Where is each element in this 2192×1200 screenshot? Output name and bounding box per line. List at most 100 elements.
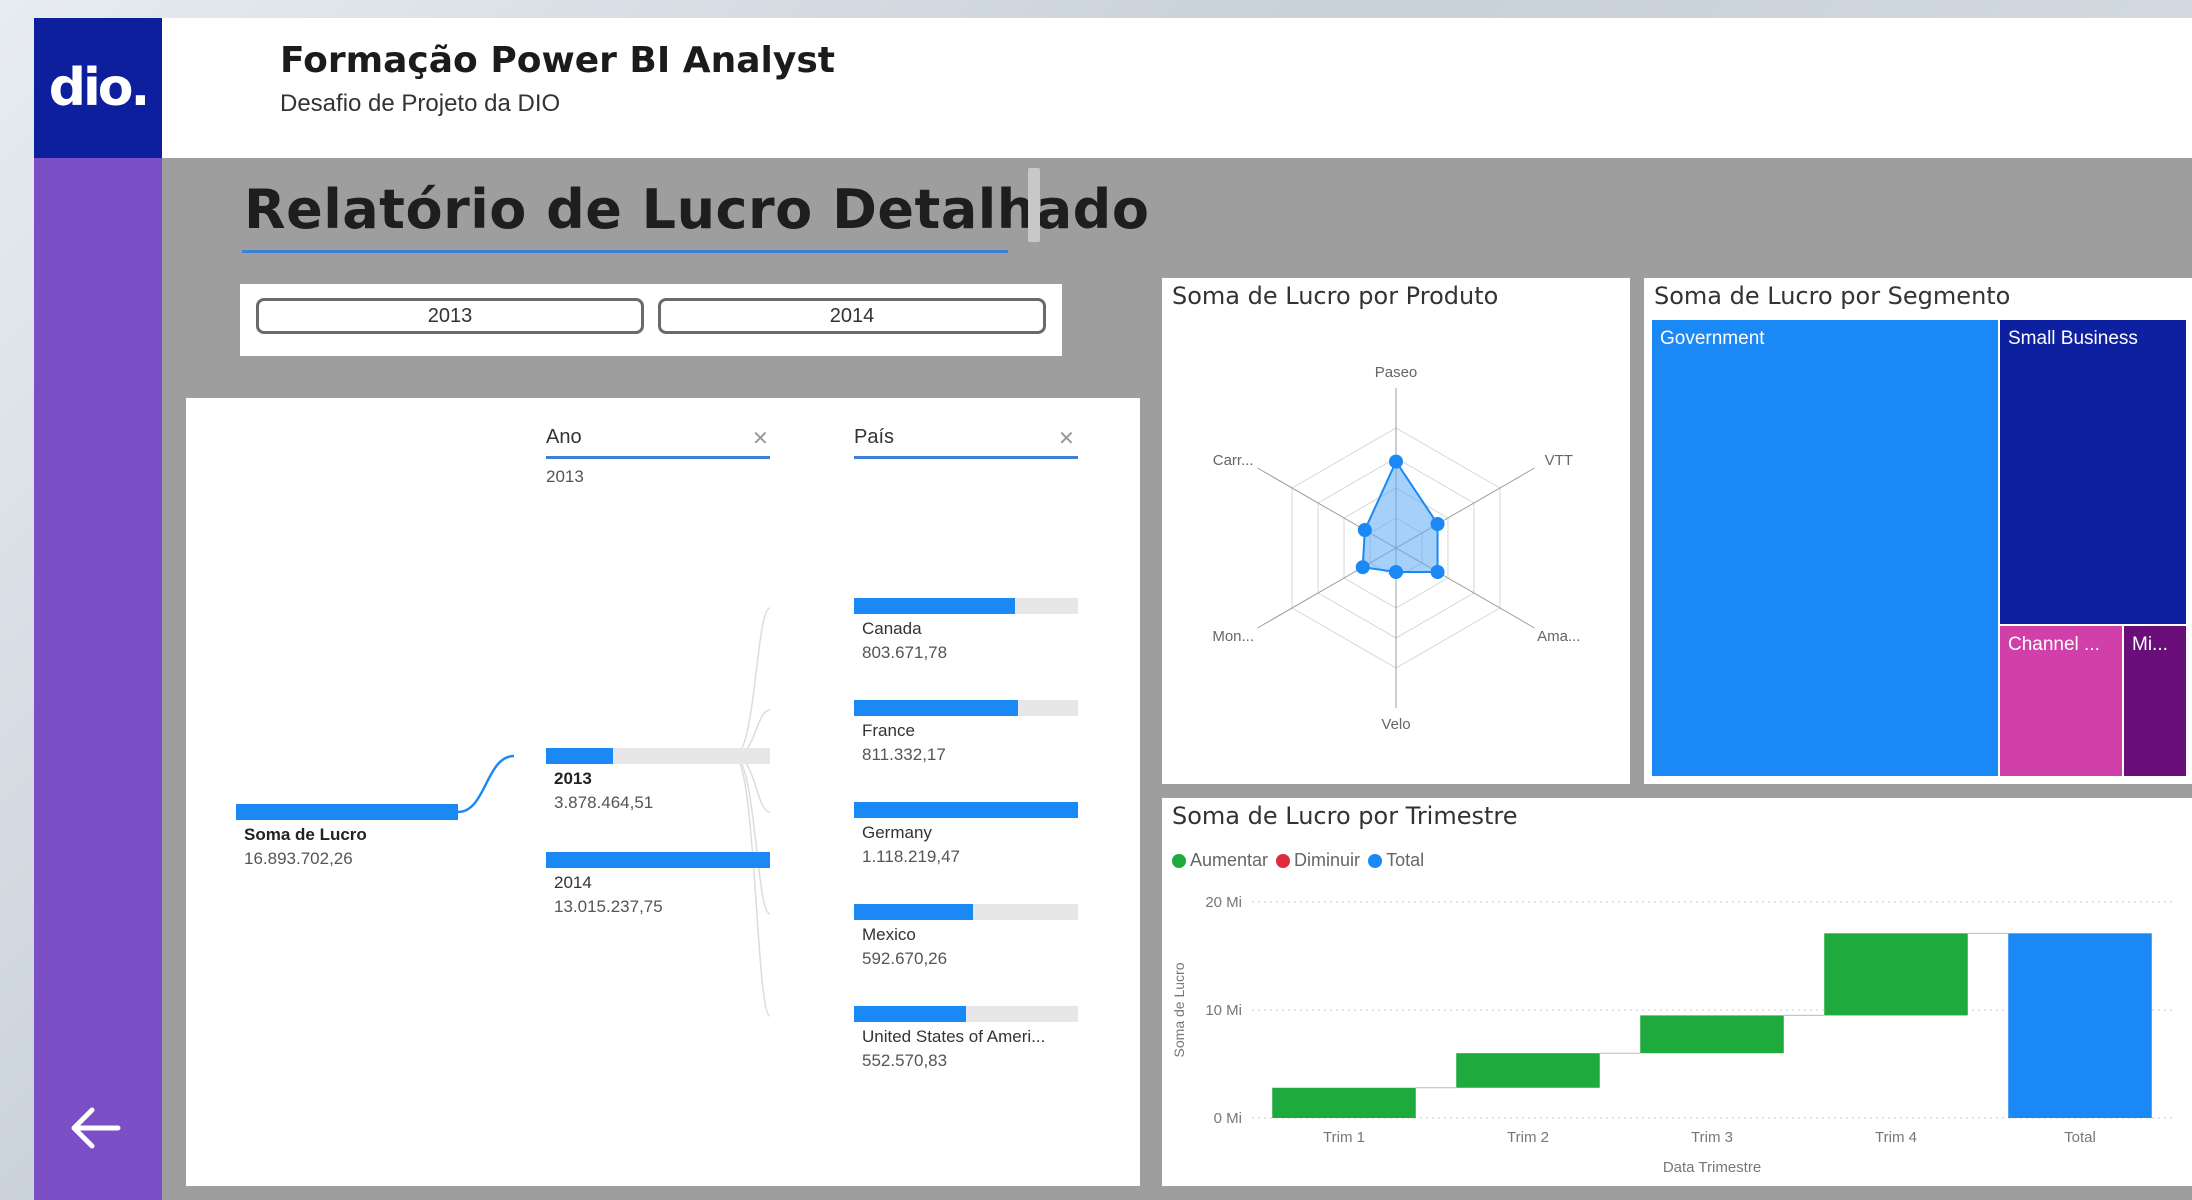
waterfall-ytick-label: 20 Mi	[1205, 894, 1242, 911]
radar-series-area	[1361, 459, 1439, 573]
radar-axis-label: Mon...	[1212, 628, 1254, 645]
radar-point	[1430, 565, 1445, 579]
logo-block: dio.	[34, 18, 162, 158]
country-bar-fill	[854, 802, 1078, 818]
arrow-left-icon[interactable]	[64, 1096, 128, 1160]
legend-label: Total	[1386, 850, 1425, 870]
country-bar-fill	[854, 700, 1018, 716]
radar-axis-label: Ama...	[1537, 628, 1580, 645]
waterfall-xtick-label: Trim 4	[1875, 1129, 1917, 1146]
waterfall-xtick-label: Trim 1	[1323, 1129, 1365, 1146]
radar-point	[1357, 523, 1372, 537]
treemap-cell-channel[interactable]: Channel ...	[2000, 626, 2122, 776]
dio-logo: dio.	[48, 58, 151, 118]
waterfall-ylabel: Soma de Lucro	[1171, 962, 1187, 1057]
country-bar-france[interactable]	[854, 700, 1078, 716]
waterfall-legend: Aumentar Diminuir Total	[1172, 850, 1424, 871]
year-bar-fill	[546, 852, 770, 868]
radar-axis-label: Velo	[1381, 716, 1410, 733]
country-bar-usa[interactable]	[854, 1006, 1078, 1022]
decomposition-connectors	[457, 607, 771, 1017]
level-header-pais: País	[854, 426, 895, 448]
radar-axis-label: Carr...	[1213, 452, 1254, 469]
close-icon[interactable]: ✕	[752, 426, 769, 451]
country-label: Canada	[862, 619, 922, 638]
waterfall-chart[interactable]: 0 Mi 10 Mi 20 Mi Soma de Lucro Trim 1 Trim 2 T…	[1162, 878, 2192, 1186]
radar-point	[1430, 517, 1445, 531]
page-title: Relatório de Lucro Detalhado	[244, 178, 1150, 241]
country-value: 803.671,78	[862, 643, 948, 662]
root-bar[interactable]	[236, 804, 458, 820]
radar-chart[interactable]: Paseo VTT Ama... Velo Mon... Carr...	[1162, 318, 1630, 784]
country-bar-canada[interactable]	[854, 598, 1078, 614]
waterfall-bar	[1824, 933, 1968, 1016]
page-title-underline	[242, 250, 1008, 253]
country-label: France	[862, 721, 915, 740]
legend-dot	[1172, 854, 1186, 868]
legend-dot	[1368, 854, 1383, 868]
decomposition-tree: Ano ✕ 2013 País ✕ Soma de Lucro 16.893.7…	[186, 398, 1140, 1186]
waterfall-ytick-label: 10 Mi	[1205, 1002, 1242, 1019]
country-label: Mexico	[862, 925, 916, 944]
slicer-option-2013[interactable]: 2013	[256, 298, 644, 334]
waterfall-bar	[1456, 1053, 1600, 1088]
root-bar-fill	[236, 804, 458, 820]
country-bar-germany[interactable]	[854, 802, 1078, 818]
treemap-title: Soma de Lucro por Segmento	[1654, 282, 2011, 310]
radar-axis-label: Paseo	[1375, 364, 1418, 381]
waterfall-xtick-label: Total	[2064, 1129, 2096, 1146]
waterfall-xtick-label: Trim 2	[1507, 1129, 1549, 1146]
year-bar-fill	[546, 748, 614, 764]
title-separator	[1028, 168, 1040, 242]
radar-chart-panel: Soma de Lucro por Produto Paseo VTT Ama...…	[1162, 278, 1630, 784]
country-value: 1.118.219,47	[862, 847, 960, 866]
country-bar-fill	[854, 904, 973, 920]
legend-item-aumentar[interactable]: Aumentar	[1172, 850, 1268, 871]
year-label: 2014	[554, 873, 592, 892]
treemap-cell-mid-market[interactable]: Mi...	[2124, 626, 2186, 776]
country-bar-fill	[854, 598, 1016, 614]
report-title: Formação Power BI Analyst	[280, 40, 835, 81]
year-value: 3.878.464,51	[554, 793, 654, 812]
radar-point	[1389, 454, 1403, 469]
year-bar-2013[interactable]	[546, 748, 770, 764]
waterfall-xlabel: Data Trimestre	[1663, 1159, 1761, 1176]
waterfall-bar	[1272, 1087, 1416, 1118]
waterfall-bar	[1640, 1015, 1784, 1054]
year-value: 13.015.237,75	[554, 897, 663, 916]
treemap-cell-small-business[interactable]: Small Business	[2000, 320, 2186, 624]
year-bar-2014[interactable]	[546, 852, 770, 868]
root-value: 16.893.702,26	[244, 849, 353, 868]
country-value: 552.570,83	[862, 1051, 948, 1070]
legend-item-total[interactable]: Total	[1368, 850, 1424, 871]
legend-item-diminuir[interactable]: Diminuir	[1276, 850, 1360, 871]
slicer-option-2014[interactable]: 2014	[658, 298, 1046, 334]
report-header: Formação Power BI Analyst Desafio de Pro…	[162, 18, 2192, 158]
level-underline-ano	[546, 456, 770, 459]
legend-label: Aumentar	[1190, 850, 1269, 870]
waterfall-panel: Soma de Lucro por Trimestre Aumentar Dim…	[1162, 798, 2192, 1186]
radar-point	[1355, 560, 1370, 575]
country-bar-mexico[interactable]	[854, 904, 1078, 920]
waterfall-bar	[2008, 933, 2152, 1118]
country-label: United States of Ameri...	[862, 1027, 1046, 1046]
left-nav	[34, 158, 162, 1200]
legend-dot	[1276, 854, 1291, 868]
close-icon[interactable]: ✕	[1058, 426, 1075, 451]
radar-chart-title: Soma de Lucro por Produto	[1172, 282, 1499, 310]
radar-point	[1389, 565, 1403, 579]
waterfall-title: Soma de Lucro por Trimestre	[1172, 802, 1518, 830]
year-label: 2013	[554, 769, 592, 788]
treemap-panel: Soma de Lucro por Segmento Government Sm…	[1644, 278, 2192, 784]
waterfall-ytick-label: 0 Mi	[1214, 1110, 1242, 1127]
country-value: 592.670,26	[862, 949, 948, 968]
country-bar-fill	[854, 1006, 966, 1022]
level-filter-ano: 2013	[546, 467, 584, 486]
radar-axis-label: VTT	[1545, 452, 1573, 469]
treemap-cell-government[interactable]: Government	[1652, 320, 1998, 776]
report-canvas: Relatório de Lucro Detalhado 2013 2014 A…	[162, 158, 2192, 1200]
country-label: Germany	[862, 823, 932, 842]
legend-label: Diminuir	[1294, 850, 1361, 870]
level-header-ano: Ano	[546, 426, 582, 448]
root-label: Soma de Lucro	[244, 825, 367, 844]
